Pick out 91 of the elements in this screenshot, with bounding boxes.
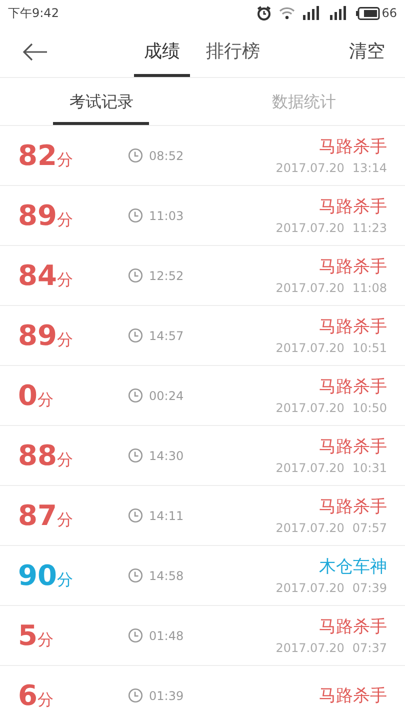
score: 84 bbox=[18, 258, 57, 294]
record-row[interactable]: 88分 14:30 马路杀手 2017.07.20 10:31 bbox=[0, 426, 405, 486]
record-row[interactable]: 0分 00:24 马路杀手 2017.07.20 10:50 bbox=[0, 366, 405, 426]
clock-icon bbox=[128, 388, 143, 403]
header-tab[interactable]: 成绩 bbox=[134, 26, 190, 77]
alarm-icon bbox=[256, 5, 272, 21]
score-unit: 分 bbox=[56, 148, 73, 170]
sub-tab[interactable]: 考试记录 bbox=[53, 78, 150, 125]
battery-icon bbox=[356, 6, 380, 20]
score: 87 bbox=[18, 498, 57, 534]
clock-icon bbox=[128, 568, 143, 583]
duration: 08:52 bbox=[149, 148, 184, 164]
score-unit: 分 bbox=[56, 208, 73, 230]
score-unit: 分 bbox=[56, 448, 73, 470]
record-title: 木仓车神 bbox=[319, 556, 387, 578]
record-title: 马路杀手 bbox=[319, 684, 387, 708]
record-row[interactable]: 6分 01:39 马路杀手 bbox=[0, 666, 405, 720]
duration: 14:57 bbox=[149, 328, 184, 344]
record-title: 马路杀手 bbox=[319, 136, 387, 158]
clock-icon bbox=[128, 628, 143, 643]
score: 89 bbox=[18, 198, 57, 234]
clock-icon bbox=[128, 688, 143, 703]
score: 6 bbox=[18, 678, 38, 714]
record-date: 2017.07.20 bbox=[276, 340, 344, 356]
duration: 12:52 bbox=[149, 268, 184, 284]
record-title: 马路杀手 bbox=[319, 436, 387, 458]
status-time: 下午9:42 bbox=[8, 5, 59, 22]
score-unit: 分 bbox=[37, 388, 54, 410]
clear-button[interactable]: 清空 bbox=[349, 38, 385, 65]
record-row[interactable]: 90分 14:58 木仓车神 2017.07.20 07:39 bbox=[0, 546, 405, 606]
duration: 14:11 bbox=[149, 508, 184, 524]
record-date: 2017.07.20 bbox=[276, 400, 344, 416]
record-title: 马路杀手 bbox=[319, 496, 387, 518]
duration: 14:30 bbox=[149, 448, 184, 464]
clock-icon bbox=[128, 208, 143, 223]
record-title: 马路杀手 bbox=[319, 196, 387, 218]
record-date: 2017.07.20 bbox=[276, 580, 344, 596]
record-time: 10:31 bbox=[352, 460, 387, 476]
score: 90 bbox=[18, 558, 57, 594]
duration: 01:48 bbox=[149, 628, 184, 644]
score: 88 bbox=[18, 438, 57, 474]
record-row[interactable]: 89分 11:03 马路杀手 2017.07.20 11:23 bbox=[0, 186, 405, 246]
record-time: 07:39 bbox=[352, 580, 387, 596]
score-unit: 分 bbox=[37, 688, 54, 710]
back-icon[interactable] bbox=[22, 42, 48, 60]
duration: 00:24 bbox=[149, 388, 184, 404]
clock-icon bbox=[128, 508, 143, 523]
battery-level: 66 bbox=[382, 5, 397, 22]
clock-icon bbox=[128, 268, 143, 283]
record-title: 马路杀手 bbox=[319, 376, 387, 398]
score-unit: 分 bbox=[56, 568, 73, 590]
signal-icon bbox=[328, 6, 349, 20]
score-unit: 分 bbox=[56, 328, 73, 350]
sub-tab[interactable]: 数据统计 bbox=[256, 78, 352, 125]
duration: 11:03 bbox=[149, 208, 184, 224]
signal-icon bbox=[302, 6, 322, 20]
record-date: 2017.07.20 bbox=[276, 460, 344, 476]
score: 82 bbox=[18, 138, 57, 174]
record-time: 11:23 bbox=[352, 220, 387, 236]
score: 5 bbox=[18, 618, 38, 654]
clock-icon bbox=[128, 328, 143, 343]
record-time: 11:08 bbox=[352, 280, 387, 296]
clock-icon bbox=[128, 148, 143, 163]
score: 89 bbox=[18, 318, 57, 354]
record-date: 2017.07.20 bbox=[276, 640, 344, 656]
duration: 14:58 bbox=[149, 568, 184, 584]
record-row[interactable]: 84分 12:52 马路杀手 2017.07.20 11:08 bbox=[0, 246, 405, 306]
score-unit: 分 bbox=[56, 508, 73, 530]
score-unit: 分 bbox=[37, 628, 54, 650]
record-time: 13:14 bbox=[352, 160, 387, 176]
record-time: 07:57 bbox=[352, 520, 387, 536]
score: 0 bbox=[18, 378, 38, 414]
record-title: 马路杀手 bbox=[319, 316, 387, 338]
clock-icon bbox=[128, 448, 143, 463]
score-unit: 分 bbox=[56, 268, 73, 290]
duration: 01:39 bbox=[149, 688, 184, 704]
record-row[interactable]: 82分 08:52 马路杀手 2017.07.20 13:14 bbox=[0, 126, 405, 186]
record-time: 10:50 bbox=[352, 400, 387, 416]
header-tab[interactable]: 排行榜 bbox=[196, 26, 270, 77]
record-date: 2017.07.20 bbox=[276, 160, 344, 176]
wifi-icon bbox=[278, 6, 295, 20]
record-row[interactable]: 5分 01:48 马路杀手 2017.07.20 07:37 bbox=[0, 606, 405, 666]
record-date: 2017.07.20 bbox=[276, 280, 344, 296]
record-time: 07:37 bbox=[352, 640, 387, 656]
record-date: 2017.07.20 bbox=[276, 220, 344, 236]
record-time: 10:51 bbox=[352, 340, 387, 356]
record-date: 2017.07.20 bbox=[276, 520, 344, 536]
record-title: 马路杀手 bbox=[319, 256, 387, 278]
record-title: 马路杀手 bbox=[319, 616, 387, 638]
record-row[interactable]: 89分 14:57 马路杀手 2017.07.20 10:51 bbox=[0, 306, 405, 366]
record-row[interactable]: 87分 14:11 马路杀手 2017.07.20 07:57 bbox=[0, 486, 405, 546]
